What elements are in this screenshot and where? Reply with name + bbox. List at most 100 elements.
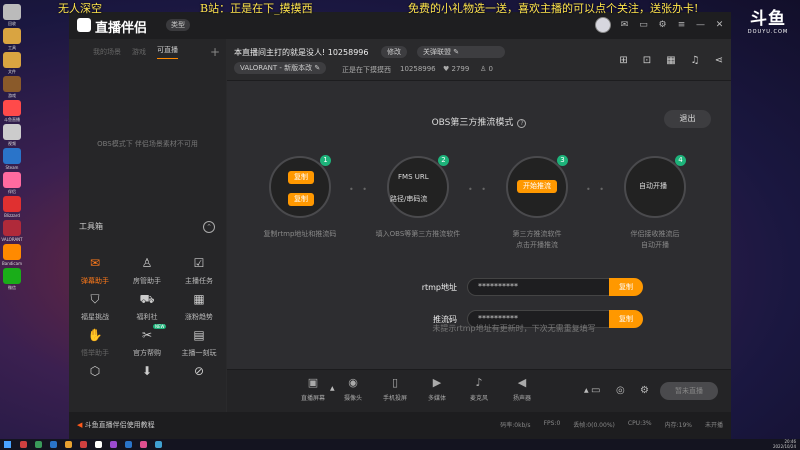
tool-item[interactable]: ▤ 主播一刻玩 [173, 328, 225, 358]
tool-item[interactable]: ✋ 悟举助手 [69, 328, 121, 358]
step-1-copy-key-button[interactable]: 复制 [288, 193, 314, 206]
help-icon[interactable]: ? [517, 119, 527, 128]
desktop-shortcut-icon[interactable] [3, 172, 21, 188]
clock-date: 2022/10/24 [772, 443, 796, 449]
toolbox-collapse-icon[interactable]: ⌃ [203, 221, 215, 233]
tool-label: 涨粉趋势 [185, 313, 213, 321]
type-button[interactable]: 类型 [166, 19, 190, 31]
desktop-shortcut-icon[interactable] [3, 76, 21, 92]
tool-item[interactable]: ✉ 弹幕助手 [69, 256, 121, 286]
desktop-shortcut-icon[interactable] [3, 28, 21, 44]
stat-item: 丢帧:0(0.00%) [573, 422, 615, 429]
desktop-shortcut-icon[interactable] [3, 4, 21, 20]
tab-my-scenes[interactable]: 我的场景 [93, 47, 121, 57]
desktop-shortcut-icon[interactable] [3, 196, 21, 212]
tool-item[interactable]: ⊘ [173, 364, 225, 384]
edit-title-button[interactable]: 修改 [381, 46, 407, 58]
tab-live[interactable]: 可直播 [157, 45, 178, 59]
taskbar-app-icon[interactable] [110, 441, 117, 448]
taskbar-app-icon[interactable] [80, 441, 87, 448]
step-2-stream-path: 路径/串码流 [390, 195, 428, 203]
stream-settings-icon[interactable]: ⚙ [640, 385, 649, 396]
source-label: 手机投屏 [382, 395, 407, 402]
exit-button[interactable]: 退出 [664, 110, 711, 128]
source-button[interactable]: ▣ 直播屏幕 [293, 376, 333, 402]
bell-icon[interactable]: ♫ [691, 55, 700, 66]
system-clock[interactable]: 20:46 2022/10/24 [772, 439, 796, 449]
gift-icon[interactable]: ⊞ [619, 55, 627, 66]
desktop-shortcut-label: Steam [5, 165, 19, 170]
stop-stream-button[interactable]: 暂未直播 [660, 382, 718, 400]
stat-item: 码率:0kb/s [500, 422, 531, 429]
taskbar-app-icon[interactable] [35, 441, 42, 448]
tool-item[interactable]: ♙ 房管助手 [121, 256, 173, 286]
tool-item[interactable]: ⬇ [121, 364, 173, 384]
step-3-start-push-button[interactable]: 开始推流 [517, 180, 557, 193]
source-button[interactable]: ◀ 扬声器 [502, 376, 542, 402]
obs-mode-title: OBS第三方推流模式? [227, 115, 731, 128]
tool-item[interactable]: ⬡ [69, 364, 121, 384]
taskbar-app-icon[interactable] [20, 441, 27, 448]
desktop-shortcut-icon[interactable] [3, 148, 21, 164]
record-icon[interactable]: ▭ [591, 385, 600, 396]
source-button[interactable]: ♪ 麦克风 [459, 376, 499, 402]
message-icon[interactable]: ✉ [619, 20, 630, 31]
add-scene-icon[interactable]: + [210, 45, 220, 59]
taskbar-app-icon[interactable] [65, 441, 72, 448]
desktop-shortcut-icon[interactable] [3, 124, 21, 140]
copy-rtmp-button[interactable]: 复制 [609, 278, 643, 296]
league-button[interactable]: 关弹联盟 ✎ [417, 46, 505, 58]
source-button[interactable]: ▶ 多媒体 [417, 376, 457, 402]
stat-item: 未开播 [704, 422, 723, 429]
tool-item[interactable]: ⛟ 福利社 [121, 292, 173, 322]
desktop-shortcut-icon[interactable] [3, 100, 21, 116]
desktop-shortcut-label: 游戏 [8, 93, 16, 98]
source-button[interactable]: ◉ 摄像头 [333, 376, 373, 402]
taskbar-app-icon[interactable] [140, 441, 147, 448]
tool-item[interactable]: ▦ 涨粉趋势 [173, 292, 225, 322]
source-label: 摄像头 [343, 395, 362, 402]
league-button-label: 关弹联盟 [423, 48, 451, 56]
desktop-shortcut-icon[interactable] [3, 268, 21, 284]
category-pill[interactable]: VALORANT - 新版本改 ✎ [234, 62, 327, 74]
speaker-dropdown-icon[interactable]: ▲ [584, 387, 589, 394]
lock-icon[interactable]: ⊡ [643, 55, 651, 66]
taskbar-app-icon[interactable] [125, 441, 132, 448]
desktop-shortcut-icon[interactable] [3, 220, 21, 236]
obs-mode-note: OBS模式下 伴侣场景素材不可用 [97, 140, 198, 148]
streaming-companion-window: 直播伴侣 类型 ✉ ▭ ⚙ ≡ — ✕ 我的场景 游戏 可直播 + OBS模式下… [69, 12, 731, 439]
taskbar-app-icon[interactable] [155, 441, 162, 448]
desktop-shortcut-icon[interactable] [3, 52, 21, 68]
close-icon[interactable]: ✕ [714, 20, 725, 31]
step-connector: • • [349, 185, 370, 194]
tool-item[interactable]: ✂ NEW 官方帮购 [121, 324, 173, 358]
taskbar-app-icon[interactable] [95, 441, 102, 448]
desktop-shortcut-icon[interactable] [3, 244, 21, 260]
step-1-copy-rtmp-button[interactable]: 复制 [288, 171, 314, 184]
tool-item[interactable]: ⛉ 福星挑战 [69, 292, 121, 322]
settings-icon[interactable]: ⚙ [657, 20, 668, 31]
tool-icon: ⛉ [90, 292, 100, 306]
douyu-logo-domain: DOUYU.COM [747, 29, 789, 35]
preview-icon[interactable]: ◎ [616, 385, 625, 396]
minimize-icon[interactable]: — [695, 20, 706, 31]
share-icon[interactable]: ⋖ [715, 55, 723, 66]
tab-game[interactable]: 游戏 [132, 47, 146, 57]
stat-item: CPU:3% [627, 420, 652, 427]
tool-item[interactable]: ☑ 主播任务 [173, 256, 225, 286]
avatar[interactable] [595, 17, 611, 33]
start-icon[interactable] [4, 441, 11, 448]
rtmp-field[interactable]: ********** 复制 [467, 278, 643, 296]
app-logo-text: 直播伴侣 [95, 21, 148, 36]
fans-count: ♥ 2799 [443, 65, 470, 73]
taskbar-app-icon[interactable] [50, 441, 57, 448]
layout-icon[interactable]: ▦ [666, 55, 675, 66]
title-bar: 直播伴侣 类型 ✉ ▭ ⚙ ≡ — ✕ [69, 12, 731, 39]
chat-icon[interactable]: ▭ [638, 20, 649, 31]
step-2-circle: 2 FMS URL 路径/串码流 [387, 155, 449, 218]
tutorial-link[interactable]: ◀ 斗鱼直播伴侣使用教程 [77, 420, 155, 430]
source-icon: ▶ [432, 376, 442, 389]
menu-icon[interactable]: ≡ [676, 20, 687, 31]
rtmp-hint: 未提示rtmp地址有更新时，下次无需重复填写 [432, 324, 596, 333]
source-button[interactable]: ▯ 手机投屏 [375, 376, 415, 402]
